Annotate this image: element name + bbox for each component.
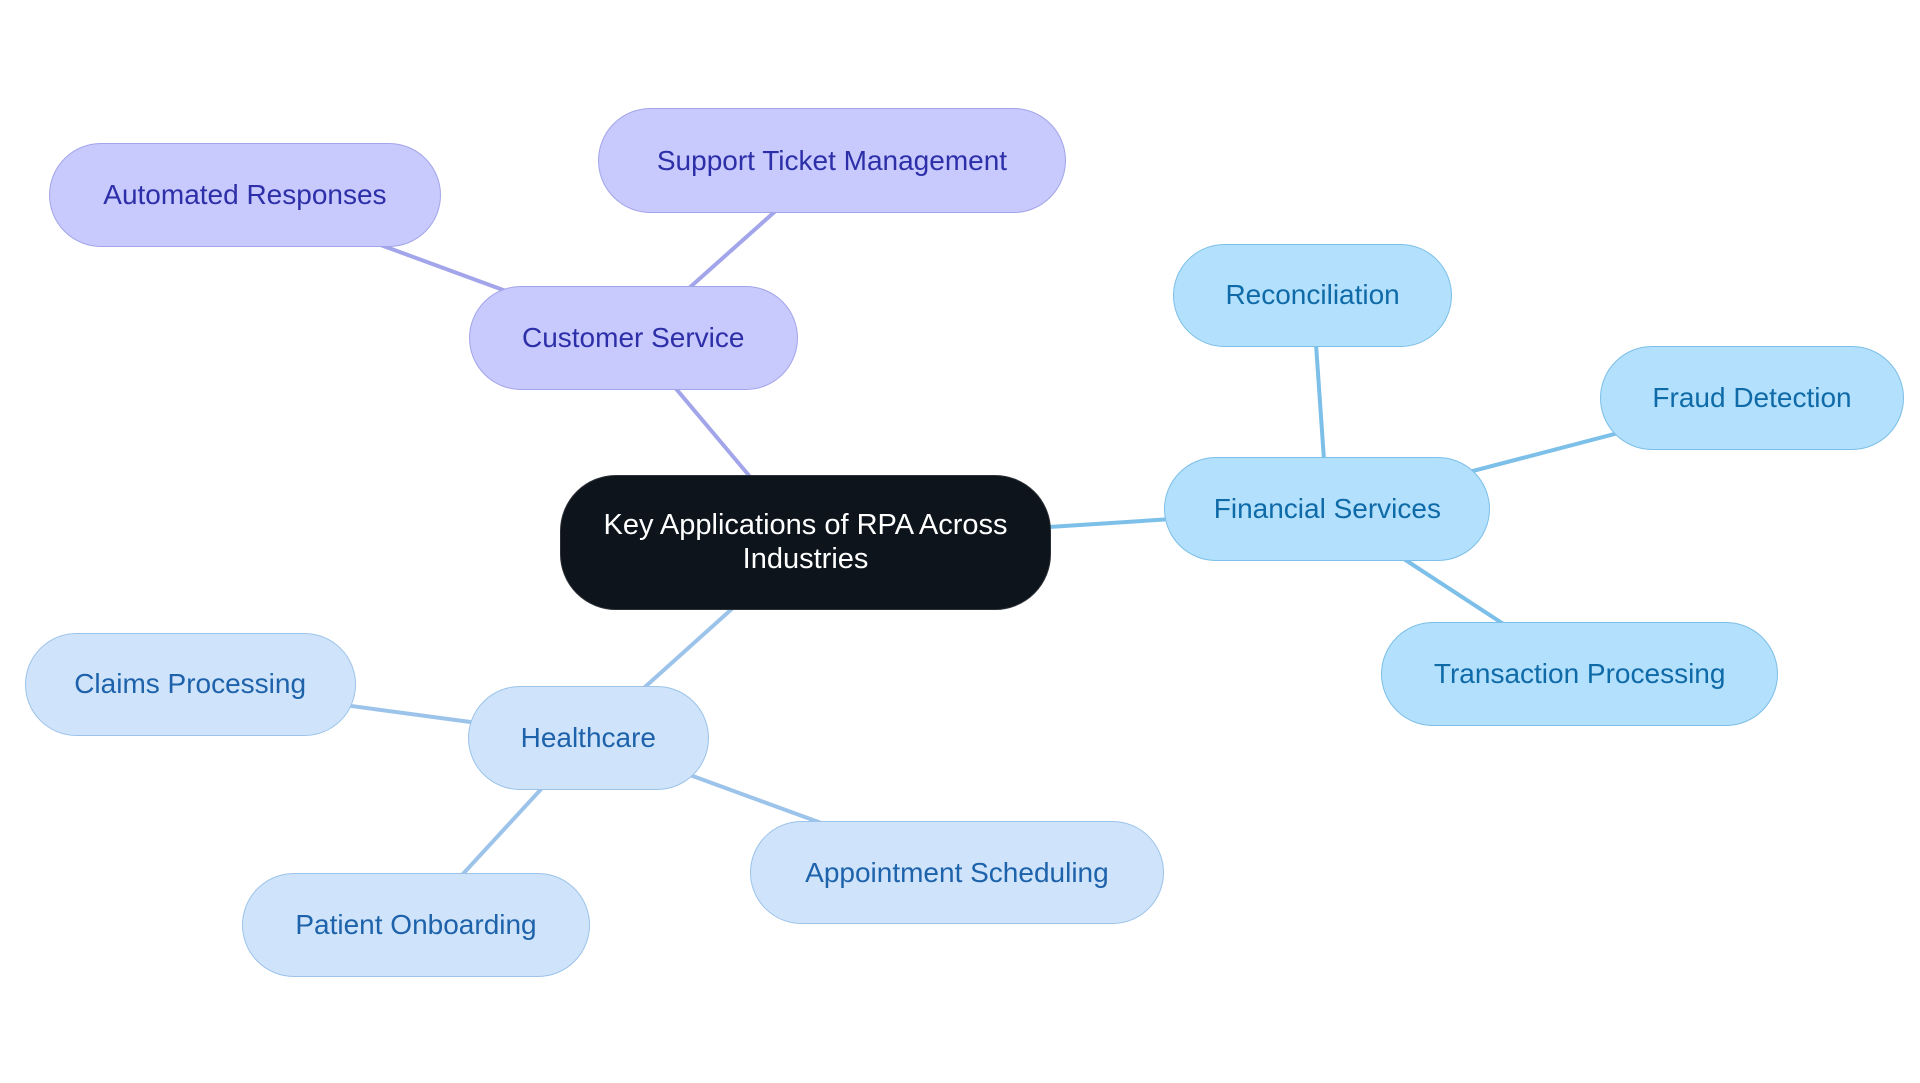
branch-node-label: Healthcare (520, 721, 656, 753)
root-node[interactable]: Key Applications of RPA Across Industrie… (560, 475, 1052, 611)
leaf-node-claims-processing[interactable]: Claims Processing (24, 632, 356, 736)
leaf-node-patient-onboarding[interactable]: Patient Onboarding (242, 872, 590, 978)
leaf-node-support-ticket-management[interactable]: Support Ticket Management (598, 108, 1066, 213)
leaf-node-reconciliation[interactable]: Reconciliation (1172, 243, 1453, 348)
leaf-node-label: Automated Responses (103, 178, 387, 210)
leaf-node-transaction-processing[interactable]: Transaction Processing (1380, 621, 1779, 727)
leaf-node-label: Fraud Detection (1652, 382, 1852, 414)
leaf-node-appointment-scheduling[interactable]: Appointment Scheduling (749, 820, 1165, 925)
leaf-node-label: Claims Processing (74, 668, 307, 700)
branch-node-financial-services[interactable]: Financial Services (1164, 456, 1491, 562)
leaf-node-fraud-detection[interactable]: Fraud Detection (1600, 345, 1904, 451)
leaf-node-label: Transaction Processing (1433, 657, 1726, 689)
leaf-node-automated-responses[interactable]: Automated Responses (49, 142, 441, 248)
branch-node-healthcare[interactable]: Healthcare (467, 685, 709, 791)
root-node-label: Key Applications of RPA Across Industrie… (603, 509, 1008, 575)
leaf-node-label: Support Ticket Management (656, 144, 1008, 176)
leaf-node-label: Reconciliation (1225, 279, 1400, 311)
mindmap-canvas: Key Applications of RPA Across Industrie… (0, 0, 1920, 1083)
leaf-node-label: Appointment Scheduling (805, 856, 1109, 888)
branch-node-label: Financial Services (1213, 492, 1441, 524)
branch-node-customer-service[interactable]: Customer Service (468, 285, 798, 391)
branch-node-label: Customer Service (521, 321, 745, 353)
leaf-node-label: Patient Onboarding (295, 908, 537, 940)
